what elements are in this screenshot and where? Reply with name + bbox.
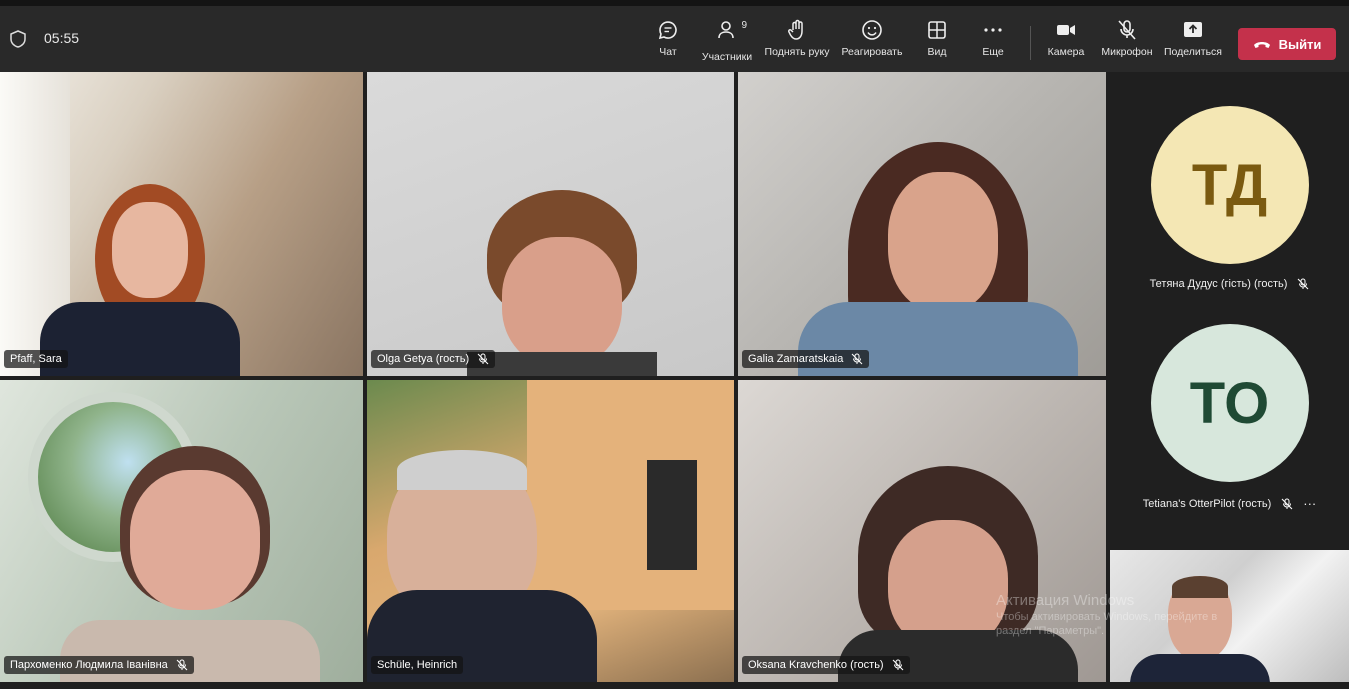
share-label: Поделиться [1164,46,1222,58]
participant-name-tag: Тетяна Дудус (гість) (гость) [1150,278,1310,290]
participant-name-tag: Oksana Kravchenko (гость) [742,656,910,674]
smile-icon [862,20,882,40]
people-icon [718,21,734,39]
participant-name: Pfaff, Sara [10,353,62,365]
view-button[interactable]: Вид [923,18,951,70]
video-tile[interactable]: Schüle, Heinrich [367,380,734,682]
microphone-button[interactable]: Микрофон [1099,18,1155,70]
mic-off-icon [1118,20,1136,40]
view-label: Вид [927,46,947,58]
participant-name: Oksana Kravchenko (гость) [748,659,884,671]
react-label: Реагировать [841,46,903,58]
toolbar-divider [1030,26,1031,60]
mic-off-icon [892,659,903,671]
raise-hand-label: Поднять руку [764,46,830,58]
participant-name: Olga Getya (гость) [377,353,470,365]
camera-button[interactable]: Камера [1045,18,1087,70]
microphone-label: Микрофон [1101,46,1153,58]
participant-name-tag: Пархоменко Людмила Іванівна [4,656,194,674]
chat-label: Чат [659,46,677,58]
mic-off-icon [477,353,489,365]
hang-up-icon [1253,42,1270,48]
mic-off-icon [1298,278,1309,290]
participants-count: 9 [741,20,747,31]
participant-name-tag: Tetiana's OtterPilot (гость) ··· [1143,496,1317,511]
leave-label: Выйти [1278,36,1322,52]
avatar-initials: ТД [1191,152,1268,218]
participant-name: Tetiana's OtterPilot (гость) [1142,497,1272,510]
react-button[interactable]: Реагировать [841,18,903,70]
shield-icon [10,30,26,48]
video-tile[interactable]: Pfaff, Sara [0,72,363,376]
mic-off-icon [1281,498,1293,509]
windows-activation-watermark: Активация Windows Чтобы активировать Win… [996,592,1217,638]
more-label: Еще [982,46,1004,58]
chat-button[interactable]: Чат [653,18,683,70]
avatar: TO [1150,324,1309,482]
camera-label: Камера [1047,46,1085,58]
video-tile[interactable]: Пархоменко Людмила Іванівна [0,380,363,682]
hand-icon [788,19,803,40]
leave-button[interactable]: Выйти [1238,28,1336,60]
video-tile[interactable]: Galia Zamaratskaia [738,72,1106,376]
raise-hand-button[interactable]: Поднять руку [763,18,831,70]
meeting-timer: 05:55 [44,30,80,46]
participant-name-tag: Galia Zamaratskaia [742,350,870,368]
participant-name-tag: Schüle, Heinrich [371,656,464,674]
camera-icon [1057,25,1075,35]
participant-name: Пархоменко Людмила Іванівна [10,659,168,671]
video-tile[interactable]: Olga Getya (гость) [367,72,734,376]
participant-name: Тетяна Дудус (гість) (гость) [1149,278,1288,290]
participant-more-button[interactable]: ··· [1303,496,1316,511]
share-screen-icon [1184,22,1202,37]
participant-name: Schüle, Heinrich [377,659,458,671]
participant-name: Galia Zamaratskaia [748,353,844,365]
more-dots-icon [984,28,1002,32]
chat-icon [658,21,677,40]
meeting-toolbar: 05:55 Чат 9 Участники Поднять руку Реаги… [0,0,1349,72]
mic-off-icon [851,353,863,365]
share-button[interactable]: Поделиться [1164,18,1222,70]
participant-name-tag: Olga Getya (гость) [371,350,496,368]
participant-name-tag: Pfaff, Sara [4,350,68,368]
watermark-line: Чтобы активировать Windows, перейдите в [996,611,1218,623]
avatar: ТД [1150,106,1309,264]
grid-icon [928,21,946,39]
mic-off-icon [176,659,188,671]
participants-label: Участники [701,51,753,63]
more-button[interactable]: Еще [978,18,1008,70]
participant-avatar-tile[interactable]: ТД Тетяна Дудус (гість) (гость) [1110,106,1349,290]
participant-avatar-tile[interactable]: TO Tetiana's OtterPilot (гость) ··· [1110,324,1349,511]
watermark-title: Активация Windows [996,592,1135,609]
avatar-initials: TO [1189,370,1270,436]
participants-button[interactable]: 9 Участники [700,18,754,70]
watermark-line: раздел "Параметры". [996,625,1105,637]
